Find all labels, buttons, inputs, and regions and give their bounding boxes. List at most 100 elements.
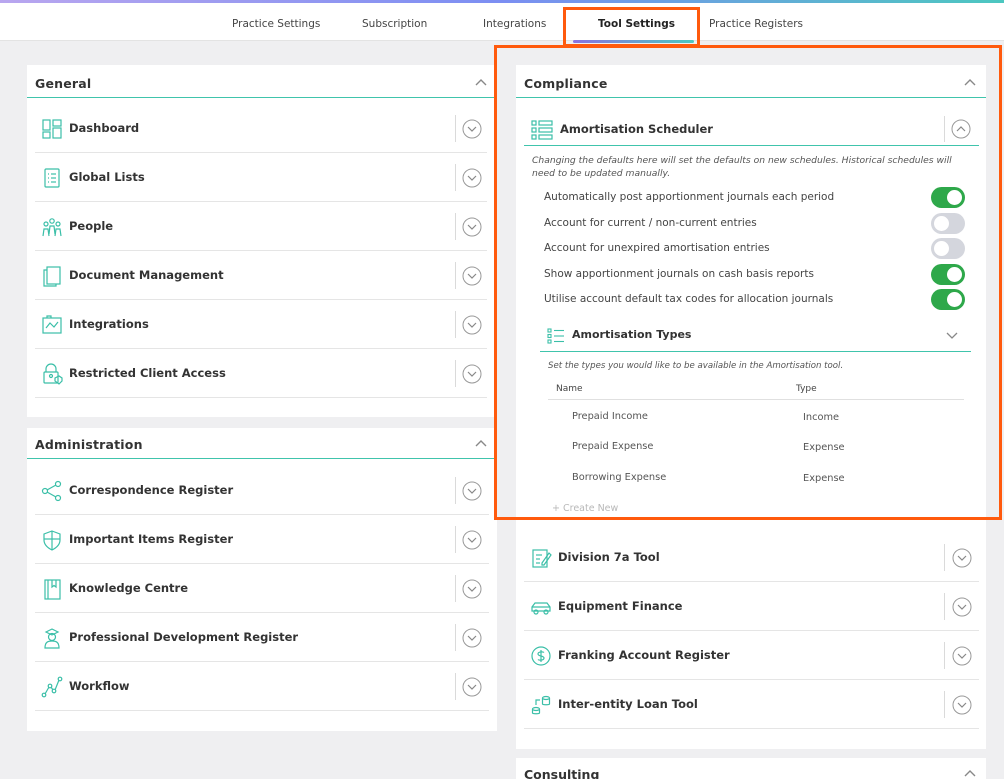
chevron-down-icon[interactable] xyxy=(462,677,482,697)
type-value: Expense xyxy=(803,473,845,484)
tab-practice-registers[interactable]: Practice Registers xyxy=(709,18,803,30)
unexpired-entries-toggle[interactable] xyxy=(931,238,965,259)
chevron-down-icon[interactable] xyxy=(946,330,958,340)
toggle-row: Account for unexpired amortisation entri… xyxy=(544,238,969,259)
amortisation-scheduler-header[interactable]: Amortisation Scheduler xyxy=(524,112,979,146)
types-table-header: Name Type xyxy=(548,378,964,400)
chevron-down-icon[interactable] xyxy=(462,119,482,139)
divider xyxy=(455,477,456,504)
admin-item-important-items-register[interactable]: Important Items Register xyxy=(35,515,489,564)
divider xyxy=(944,691,945,718)
tab-practice-settings[interactable]: Practice Settings xyxy=(232,18,320,30)
divider xyxy=(944,116,945,142)
compliance-header[interactable]: Compliance xyxy=(516,65,986,98)
column-header-type: Type xyxy=(796,384,817,394)
type-name: Prepaid Income xyxy=(572,411,648,422)
general-item-label: Dashboard xyxy=(69,121,140,135)
tab-subscription[interactable]: Subscription xyxy=(362,18,427,30)
type-value: Expense xyxy=(803,442,845,453)
plus-icon: + xyxy=(552,503,563,514)
amortisation-description: Changing the defaults here will set the … xyxy=(532,155,952,179)
admin-item-professional-development-register[interactable]: Professional Development Register xyxy=(35,613,489,662)
dollar-coin-icon xyxy=(531,646,551,666)
general-item-document-management[interactable]: Document Management xyxy=(35,251,487,300)
general-header[interactable]: General xyxy=(27,65,495,98)
general-item-restricted-client-access[interactable]: Restricted Client Access xyxy=(35,349,487,398)
table-row[interactable]: Prepaid Income Income xyxy=(548,403,964,433)
highlight-box-tab xyxy=(563,7,700,47)
chevron-up-icon[interactable] xyxy=(964,768,976,778)
table-row[interactable]: Borrowing Expense Expense xyxy=(548,464,964,494)
chevron-down-icon[interactable] xyxy=(462,217,482,237)
default-tax-codes-toggle[interactable] xyxy=(931,289,965,310)
chevron-down-icon[interactable] xyxy=(462,266,482,286)
type-value: Income xyxy=(803,412,840,423)
consulting-title: Consulting xyxy=(524,767,600,779)
chevron-down-icon[interactable] xyxy=(462,364,482,384)
chevron-down-icon[interactable] xyxy=(462,579,482,599)
toggle-knob xyxy=(947,267,962,282)
chevron-down-icon[interactable] xyxy=(952,646,972,666)
general-item-label: Global Lists xyxy=(69,170,145,184)
general-item-people[interactable]: People xyxy=(35,202,487,251)
column-header-name: Name xyxy=(556,384,583,394)
edit-document-icon xyxy=(532,549,552,568)
tab-integrations[interactable]: Integrations xyxy=(483,18,546,30)
general-item-label: Integrations xyxy=(69,317,149,331)
chevron-down-icon[interactable] xyxy=(462,481,482,501)
compliance-item-division-7a-tool[interactable]: Division 7a Tool xyxy=(524,533,979,582)
consulting-card: Consulting xyxy=(516,758,986,779)
dashboard-icon xyxy=(42,119,62,139)
chevron-down-icon[interactable] xyxy=(462,315,482,335)
divider xyxy=(455,624,456,651)
administration-header[interactable]: Administration xyxy=(27,428,497,459)
admin-item-correspondence-register[interactable]: Correspondence Register xyxy=(35,466,489,515)
current-noncurrent-toggle[interactable] xyxy=(931,213,965,234)
chevron-up-icon[interactable] xyxy=(964,77,976,87)
coins-stack-icon xyxy=(531,695,551,715)
chevron-down-icon[interactable] xyxy=(952,695,972,715)
admin-item-label: Workflow xyxy=(69,679,130,693)
chevron-down-icon[interactable] xyxy=(462,530,482,550)
chevron-down-icon[interactable] xyxy=(952,597,972,617)
chevron-up-icon[interactable] xyxy=(475,438,487,448)
chevron-up-icon[interactable] xyxy=(951,119,971,139)
divider xyxy=(455,213,456,240)
toggle-row: Account for current / non-current entrie… xyxy=(544,213,969,234)
workflow-icon xyxy=(41,676,63,698)
chevron-down-icon[interactable] xyxy=(462,628,482,648)
divider xyxy=(455,575,456,602)
toggle-label: Automatically post apportionment journal… xyxy=(544,191,835,203)
chevron-down-icon[interactable] xyxy=(952,548,972,568)
toggle-label: Show apportionment journals on cash basi… xyxy=(544,268,814,280)
toggle-row: Automatically post apportionment journal… xyxy=(544,187,969,208)
general-item-label: Restricted Client Access xyxy=(69,366,226,380)
general-title: General xyxy=(35,76,92,91)
compliance-item-equipment-finance[interactable]: Equipment Finance xyxy=(524,582,979,631)
general-item-label: Document Management xyxy=(69,268,224,282)
admin-item-knowledge-centre[interactable]: Knowledge Centre xyxy=(35,564,489,613)
toggle-row: Show apportionment journals on cash basi… xyxy=(544,264,969,285)
lock-user-icon xyxy=(43,363,63,385)
administration-title: Administration xyxy=(35,437,143,452)
general-card: General Dashboard Global Lists People Do… xyxy=(27,65,495,417)
toggle-label: Account for unexpired amortisation entri… xyxy=(544,242,770,254)
chevron-up-icon[interactable] xyxy=(475,77,487,87)
divider xyxy=(455,673,456,700)
compliance-item-inter-entity-loan-tool[interactable]: Inter-entity Loan Tool xyxy=(524,680,979,729)
chevron-down-icon[interactable] xyxy=(462,168,482,188)
compliance-item-franking-account-register[interactable]: Franking Account Register xyxy=(524,631,979,680)
general-item-integrations[interactable]: Integrations xyxy=(35,300,487,349)
general-item-dashboard[interactable]: Dashboard xyxy=(35,104,487,153)
create-new-button[interactable]: + Create New xyxy=(552,503,618,514)
toggle-row: Utilise account default tax codes for al… xyxy=(544,289,969,310)
general-item-global-lists[interactable]: Global Lists xyxy=(35,153,487,202)
auto-post-toggle[interactable] xyxy=(931,187,965,208)
amortisation-types-header[interactable]: Amortisation Types xyxy=(540,320,971,352)
book-icon xyxy=(44,579,61,600)
table-row[interactable]: Prepaid Expense Expense xyxy=(548,433,964,463)
type-name: Prepaid Expense xyxy=(572,441,654,452)
cash-basis-toggle[interactable] xyxy=(931,264,965,285)
admin-item-workflow[interactable]: Workflow xyxy=(35,662,489,711)
divider xyxy=(944,593,945,620)
